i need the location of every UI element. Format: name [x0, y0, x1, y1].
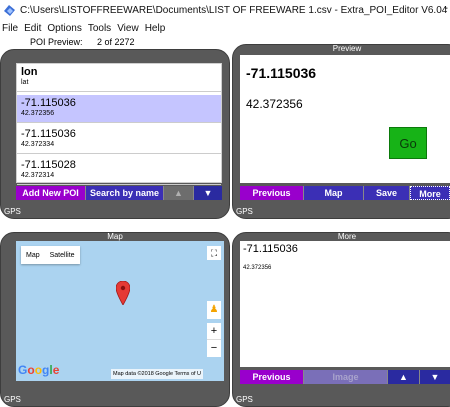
list-item[interactable]: -71.115036 42.372356: [17, 95, 221, 123]
down-arrow-button[interactable]: ▼: [194, 186, 222, 200]
previous-button[interactable]: Previous: [240, 370, 304, 384]
previous-button[interactable]: Previous: [240, 186, 304, 200]
list-button-row: Add New POI Search by name ▲ ▼: [16, 186, 222, 200]
app-icon: [4, 4, 15, 16]
more-lat: 42.372356: [243, 265, 272, 271]
menu-file[interactable]: File: [2, 23, 18, 34]
item-lat: 42.372356: [21, 110, 55, 117]
menu-bar: File Edit Options Tools View Help: [0, 20, 450, 36]
image-button[interactable]: Image: [304, 370, 388, 384]
menu-help[interactable]: Help: [145, 23, 166, 34]
menu-edit[interactable]: Edit: [24, 23, 41, 34]
header-lat: lat: [21, 79, 29, 86]
map-title: Map: [107, 232, 123, 241]
pegman-icon[interactable]: ♟: [207, 301, 221, 319]
header-lon: lon: [21, 66, 38, 78]
map-button[interactable]: Map: [304, 186, 364, 200]
map-view[interactable]: Map Satellite ⛶ ♟ + − Google Map data ©2…: [16, 241, 224, 381]
map-type-toggle: Map Satellite: [21, 246, 80, 264]
item-lat: 42.372334: [21, 141, 55, 148]
more-button[interactable]: More: [410, 186, 450, 200]
item-lon: -71.115036: [21, 97, 76, 109]
gps-status: GPS: [4, 395, 21, 404]
list-header: lon lat: [17, 64, 221, 92]
menu-view[interactable]: View: [117, 23, 139, 34]
poi-preview-label: POI Preview:: [30, 37, 83, 47]
item-lon: -71.115036: [21, 128, 76, 140]
search-by-name-button[interactable]: Search by name: [86, 186, 164, 200]
add-new-poi-button[interactable]: Add New POI: [16, 186, 86, 200]
item-lat: 42.372314: [21, 172, 55, 179]
preview-button-row: Previous Map Save More: [240, 186, 450, 200]
go-button[interactable]: Go: [389, 127, 427, 159]
preview-lat: 42.372356: [246, 97, 303, 111]
title-bar: C:\Users\LISTOFFREEWARE\Documents\LIST O…: [0, 0, 450, 20]
menu-tools[interactable]: Tools: [88, 23, 111, 34]
minimize-button[interactable]: -: [445, 3, 448, 14]
gps-status: GPS: [236, 395, 253, 404]
more-title: More: [337, 232, 357, 241]
poi-count: 2 of 2272: [97, 37, 135, 47]
preview-title: Preview: [332, 44, 362, 53]
list-item[interactable]: -71.115036 42.372334: [17, 126, 221, 154]
list-item[interactable]: -71.115028 42.372314: [17, 157, 221, 185]
up-arrow-button[interactable]: ▲: [388, 370, 420, 384]
gps-status: GPS: [4, 207, 21, 216]
up-arrow-button[interactable]: ▲: [164, 186, 194, 200]
zoom-out-button[interactable]: −: [207, 340, 221, 356]
poi-preview-counter: POI Preview: 2 of 2272: [30, 37, 190, 49]
zoom-in-button[interactable]: +: [207, 323, 221, 340]
google-logo: Google: [18, 363, 60, 377]
map-credit[interactable]: Map data ©2018 Google Terms of U: [111, 369, 204, 379]
more-lon: -71.115036: [243, 243, 298, 255]
item-lon: -71.115028: [21, 159, 76, 171]
more-button-row: Previous Image ▲ ▼: [240, 370, 450, 384]
gps-status: GPS: [236, 207, 253, 216]
save-button[interactable]: Save: [364, 186, 410, 200]
fullscreen-icon[interactable]: ⛶: [207, 246, 221, 260]
poi-list[interactable]: lon lat -71.115036 42.372356 -71.115036 …: [16, 63, 222, 185]
menu-options[interactable]: Options: [47, 23, 81, 34]
map-type-satellite[interactable]: Satellite: [45, 252, 80, 259]
more-area: -71.115036 42.372356: [240, 241, 450, 367]
down-arrow-button[interactable]: ▼: [420, 370, 450, 384]
zoom-control: + −: [207, 323, 221, 357]
map-type-map[interactable]: Map: [21, 252, 45, 259]
preview-area: -71.115036 42.372356 Go: [240, 55, 450, 183]
window-title: C:\Users\LISTOFFREEWARE\Documents\LIST O…: [20, 4, 448, 16]
preview-lon: -71.115036: [246, 65, 317, 81]
map-marker-icon: [116, 281, 130, 305]
